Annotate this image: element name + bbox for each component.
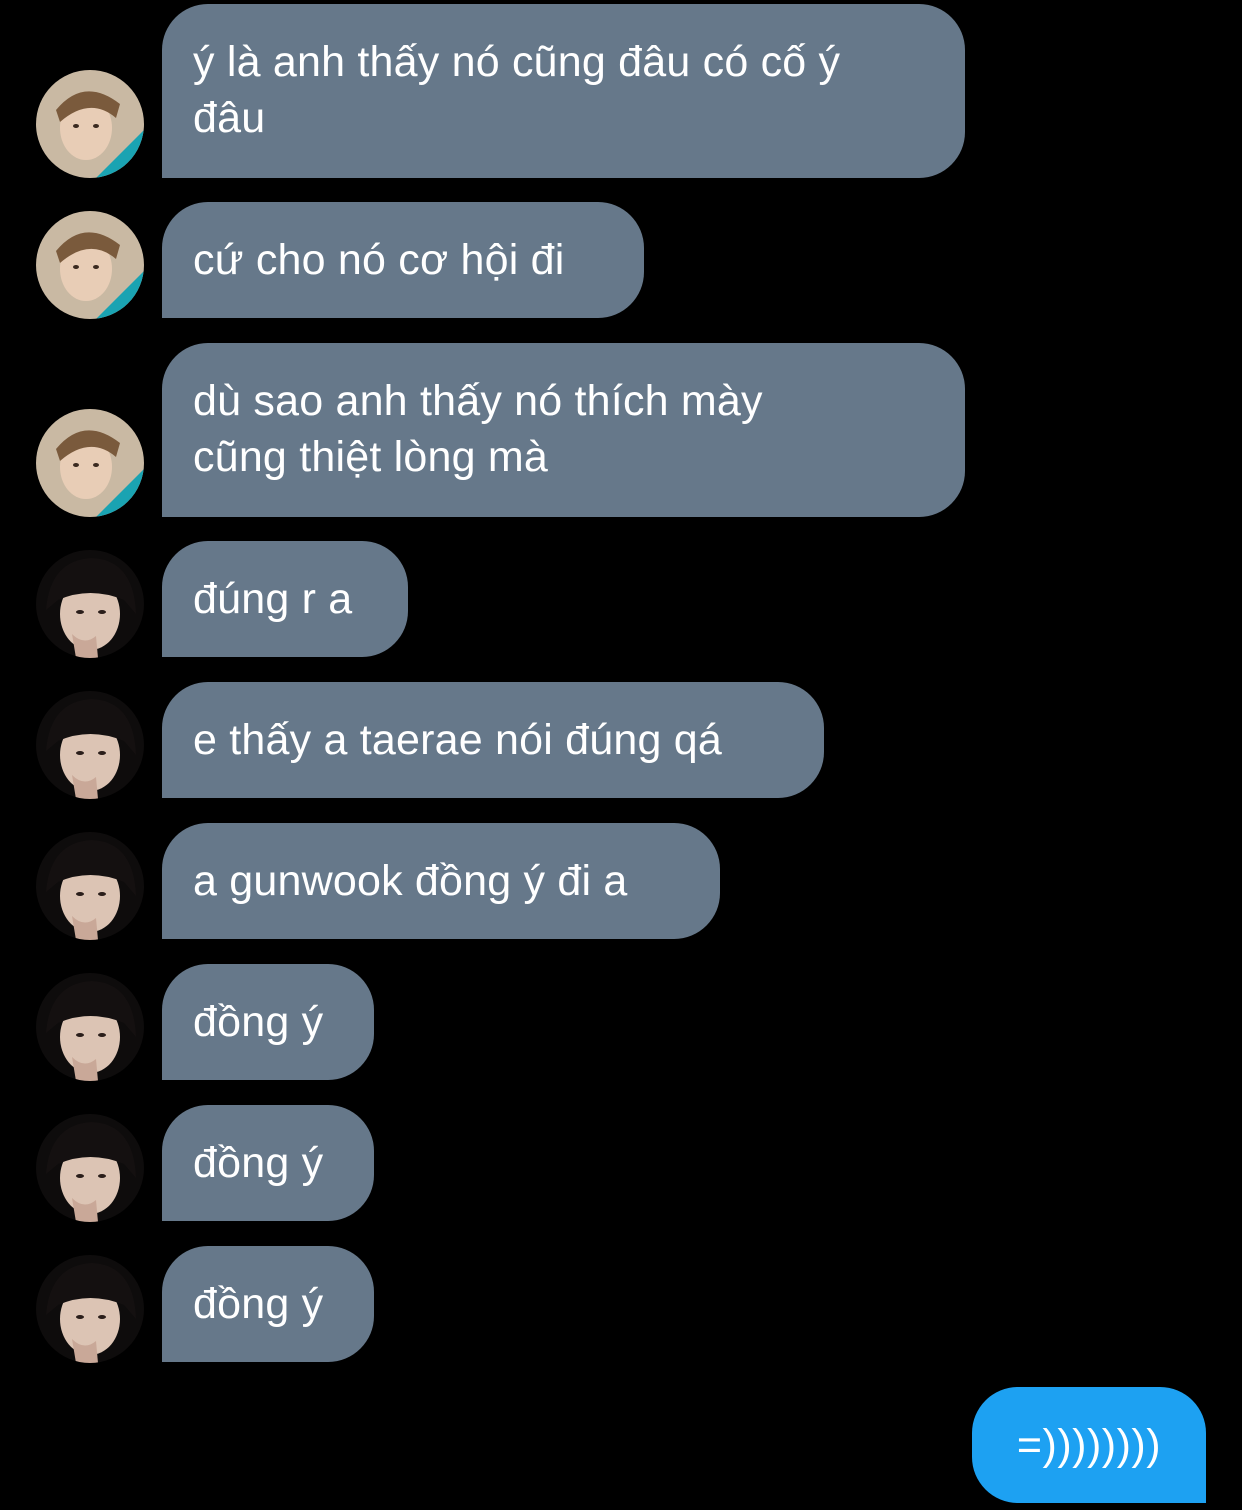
incoming-message-bubble[interactable]: e thấy a taerae nói đúng qá	[162, 682, 824, 798]
avatar-boy-image	[36, 211, 144, 319]
incoming-message-bubble[interactable]: đồng ý	[162, 1105, 374, 1221]
outgoing-message-bubble[interactable]: =))))))))	[972, 1387, 1206, 1503]
avatar-girl[interactable]	[36, 691, 144, 799]
incoming-message-bubble[interactable]: cứ cho nó cơ hội đi	[162, 202, 644, 318]
incoming-message-bubble[interactable]: ý là anh thấy nó cũng đâu có cố ý đâu	[162, 4, 965, 178]
avatar-boy-image	[36, 409, 144, 517]
avatar-girl-image	[36, 691, 144, 799]
avatar-boy-image	[36, 70, 144, 178]
avatar-girl-image	[36, 1114, 144, 1222]
avatar-girl[interactable]	[36, 1255, 144, 1363]
avatar-girl-image	[36, 1255, 144, 1363]
incoming-message-bubble[interactable]: đồng ý	[162, 964, 374, 1080]
avatar-girl[interactable]	[36, 832, 144, 940]
avatar-boy[interactable]	[36, 70, 144, 178]
avatar-girl[interactable]	[36, 550, 144, 658]
avatar-girl-image	[36, 550, 144, 658]
avatar-boy[interactable]	[36, 409, 144, 517]
avatar-girl[interactable]	[36, 973, 144, 1081]
incoming-message-bubble[interactable]: dù sao anh thấy nó thích mày cũng thiệt …	[162, 343, 965, 517]
incoming-message-bubble[interactable]: đồng ý	[162, 1246, 374, 1362]
avatar-girl-image	[36, 832, 144, 940]
incoming-message-bubble[interactable]: a gunwook đồng ý đi a	[162, 823, 720, 939]
avatar-boy[interactable]	[36, 211, 144, 319]
avatar-girl-image	[36, 973, 144, 1081]
avatar-girl[interactable]	[36, 1114, 144, 1222]
incoming-message-bubble[interactable]: đúng r a	[162, 541, 408, 657]
